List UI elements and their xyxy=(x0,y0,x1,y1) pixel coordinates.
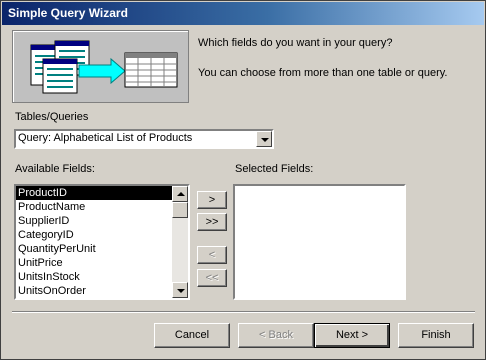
back-button[interactable]: < Back xyxy=(238,323,314,348)
scroll-up-button[interactable] xyxy=(172,186,188,202)
separator xyxy=(12,311,475,313)
chevron-up-icon xyxy=(177,192,185,196)
selected-fields-label: Selected Fields: xyxy=(235,163,314,175)
scroll-thumb[interactable] xyxy=(172,202,188,218)
tables-queries-dropdown[interactable]: Query: Alphabetical List of Products xyxy=(14,129,274,149)
remove-field-button[interactable]: < xyxy=(197,246,227,264)
finish-button[interactable]: Finish xyxy=(398,323,474,348)
vertical-scrollbar[interactable] xyxy=(172,186,188,298)
list-item[interactable]: UnitsInStock xyxy=(16,270,188,284)
chevron-down-icon xyxy=(261,138,269,142)
tables-queries-label: Tables/Queries xyxy=(15,111,89,123)
wizard-window: Simple Query Wizard Which fields do you … xyxy=(0,0,486,360)
list-item[interactable]: UnitsOnOrder xyxy=(16,284,188,298)
chevron-down-icon xyxy=(177,289,185,293)
scroll-down-button[interactable] xyxy=(172,282,188,298)
list-item[interactable]: CategoryID xyxy=(16,228,188,242)
add-all-fields-button[interactable]: >> xyxy=(197,213,227,231)
list-item[interactable]: UnitPrice xyxy=(16,256,188,270)
wizard-illustration xyxy=(12,30,189,103)
fields-prompt: Which fields do you want in your query? xyxy=(198,37,393,49)
list-item[interactable]: SupplierID xyxy=(16,214,188,228)
add-field-button[interactable]: > xyxy=(197,191,227,209)
list-item[interactable]: QuantityPerUnit xyxy=(16,242,188,256)
list-item[interactable]: ProductName xyxy=(16,200,188,214)
cancel-button[interactable]: Cancel xyxy=(154,323,230,348)
dropdown-button[interactable] xyxy=(256,131,272,147)
next-button[interactable]: Next > xyxy=(314,323,390,348)
window-title: Simple Query Wizard xyxy=(8,6,128,20)
remove-all-fields-button[interactable]: << xyxy=(197,269,227,287)
tables-queries-value: Query: Alphabetical List of Products xyxy=(18,132,193,144)
title-bar[interactable]: Simple Query Wizard xyxy=(2,2,484,25)
selected-fields-list[interactable] xyxy=(233,184,406,300)
fields-hint: You can choose from more than one table … xyxy=(198,67,448,79)
available-fields-list[interactable]: ProductID ProductName SupplierID Categor… xyxy=(14,184,190,300)
list-item[interactable]: ProductID xyxy=(16,186,188,200)
available-fields-label: Available Fields: xyxy=(15,163,95,175)
